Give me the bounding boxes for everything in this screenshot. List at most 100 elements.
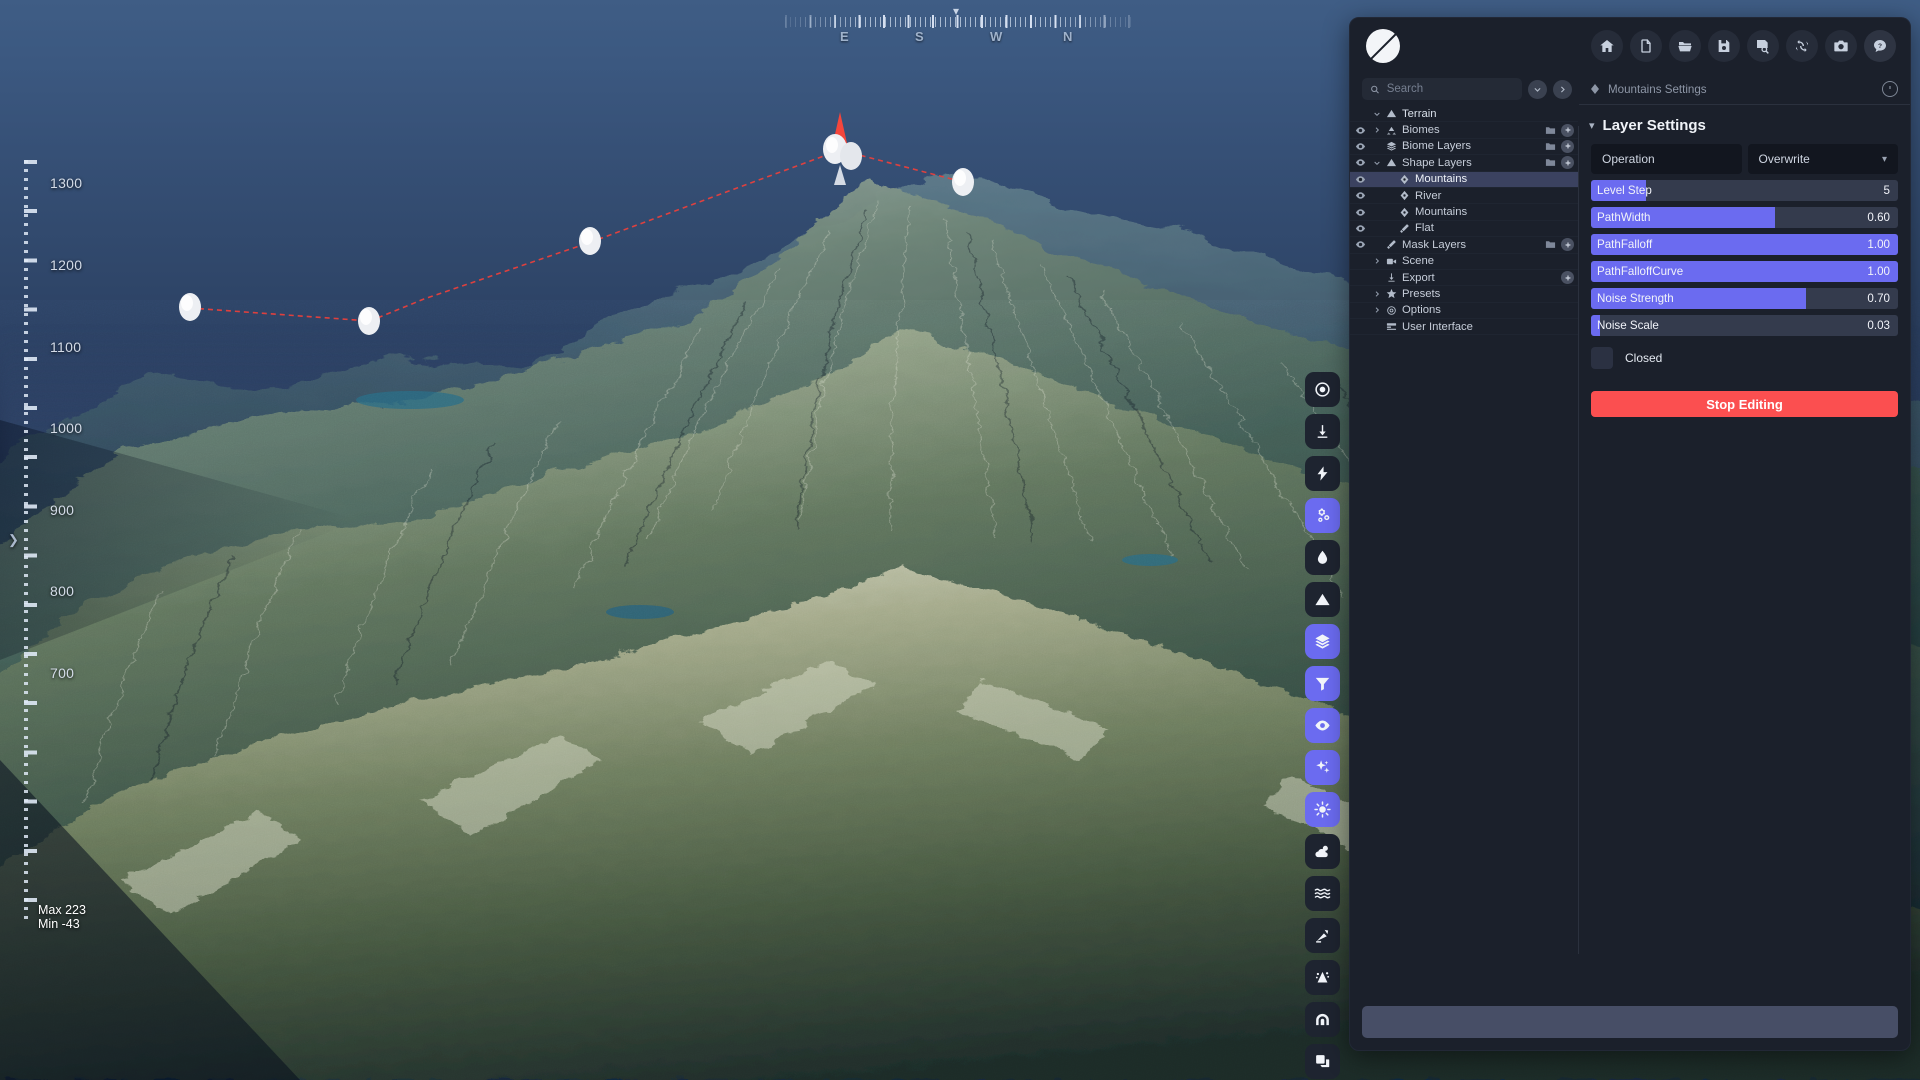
- eye-icon: [1314, 717, 1331, 734]
- slider-pathfalloff[interactable]: PathFalloff 1.00: [1591, 234, 1898, 255]
- vegetation-tool[interactable]: [1305, 918, 1340, 953]
- save-as-button[interactable]: [1747, 30, 1779, 62]
- tree-expand-chevron-down-icon[interactable]: [1370, 110, 1383, 118]
- tree-item-options[interactable]: Options: [1350, 303, 1578, 320]
- visibility-toggle-icon[interactable]: [1350, 125, 1370, 136]
- thermal-tool[interactable]: [1305, 540, 1340, 575]
- shape-tool[interactable]: [1305, 372, 1340, 407]
- weather-tool[interactable]: [1305, 834, 1340, 869]
- compass-direction: E: [840, 29, 849, 44]
- visibility-toggle-icon[interactable]: [1350, 190, 1370, 201]
- tree-row-actions: [1561, 271, 1574, 285]
- compass-ruler[interactable]: ▾ ESWN: [785, 5, 1135, 47]
- tree-item-mountains[interactable]: Mountains: [1350, 171, 1578, 188]
- star-icon: [1383, 288, 1399, 299]
- tree-item-mountains[interactable]: Mountains: [1350, 204, 1578, 221]
- folder-icon[interactable]: [1545, 141, 1556, 152]
- closed-checkbox-row[interactable]: Closed: [1591, 342, 1898, 369]
- visibility-toggle-icon[interactable]: [1350, 239, 1370, 250]
- save-icon: [1716, 38, 1732, 54]
- import-tool[interactable]: [1305, 414, 1340, 449]
- altitude-scale-handle-icon[interactable]: ❯: [8, 532, 19, 548]
- tree-item-mask-layers[interactable]: Mask Layers: [1350, 237, 1578, 254]
- compass-direction: S: [915, 29, 924, 44]
- add-layer-button[interactable]: [1561, 156, 1574, 170]
- app-root: ❯ 1300 1200 1100 1000 900 800 700 Max 223 Min …: [0, 0, 1920, 1080]
- filter-tool[interactable]: [1305, 666, 1340, 701]
- tree-item-shape-layers[interactable]: Shape Layers: [1350, 155, 1578, 172]
- slider-noise-strength[interactable]: Noise Strength 0.70: [1591, 288, 1898, 309]
- slider-pathwidth[interactable]: PathWidth 0.60: [1591, 207, 1898, 228]
- tree-item-terrain[interactable]: Terrain: [1350, 106, 1578, 123]
- terrain-tool[interactable]: [1305, 582, 1340, 617]
- tree-expand-chevron-down-icon[interactable]: [1370, 159, 1383, 167]
- home-button[interactable]: [1591, 30, 1623, 62]
- tree-item-presets[interactable]: Presets: [1350, 286, 1578, 303]
- layer-tree[interactable]: Terrain Biomes Biome Layers Shape Layers Mou…: [1350, 106, 1578, 998]
- tree-item-label: Mountains: [1415, 206, 1468, 219]
- tree-item-user-interface[interactable]: User Interface: [1350, 319, 1578, 336]
- tree-item-label: Biomes: [1402, 124, 1440, 137]
- add-layer-button[interactable]: [1561, 139, 1574, 153]
- new-button[interactable]: [1630, 30, 1662, 62]
- operation-select[interactable]: Overwrite ▾: [1747, 144, 1898, 174]
- save-button[interactable]: [1708, 30, 1740, 62]
- mountain-icon: [1383, 157, 1399, 168]
- lighting-tool[interactable]: [1305, 792, 1340, 827]
- tree-item-export[interactable]: Export: [1350, 270, 1578, 287]
- layers-tool[interactable]: [1305, 624, 1340, 659]
- tree-item-biomes[interactable]: Biomes: [1350, 122, 1578, 139]
- tree-item-biome-layers[interactable]: Biome Layers: [1350, 139, 1578, 156]
- tree-expand-chevron-right-icon[interactable]: [1370, 126, 1383, 134]
- slider-noise-scale[interactable]: Noise Scale 0.03: [1591, 315, 1898, 336]
- add-layer-button[interactable]: [1561, 238, 1574, 252]
- open-button[interactable]: [1669, 30, 1701, 62]
- effects-tool[interactable]: [1305, 750, 1340, 785]
- settings-tool[interactable]: [1305, 498, 1340, 533]
- erosion-tool[interactable]: [1305, 456, 1340, 491]
- home-icon: [1599, 38, 1615, 54]
- status-progress-bar[interactable]: [1362, 1006, 1898, 1038]
- properties-power-button[interactable]: [1882, 81, 1898, 97]
- water-tool[interactable]: [1305, 876, 1340, 911]
- power-icon: [1889, 86, 1891, 89]
- screenshot-button[interactable]: [1825, 30, 1857, 62]
- help-button[interactable]: ?: [1864, 30, 1896, 62]
- search-input[interactable]: [1386, 83, 1514, 95]
- stop-editing-button[interactable]: Stop Editing: [1591, 391, 1898, 417]
- operation-value: Overwrite: [1758, 152, 1810, 166]
- altitude-label: 700: [50, 665, 75, 681]
- add-layer-button[interactable]: [1561, 123, 1574, 137]
- chevron-right-icon: [1560, 85, 1565, 93]
- folder-icon[interactable]: [1545, 239, 1556, 250]
- tree-expand-chevron-right-icon[interactable]: [1370, 306, 1383, 314]
- layer-settings-section-header[interactable]: ▾ Layer Settings: [1579, 105, 1910, 144]
- visibility-toggle-icon[interactable]: [1350, 207, 1370, 218]
- visibility-toggle-icon[interactable]: [1350, 157, 1370, 168]
- tree-item-river[interactable]: River: [1350, 188, 1578, 205]
- altitude-label: 1000: [50, 420, 83, 436]
- closed-checkbox[interactable]: [1591, 347, 1613, 369]
- viewport-vertical-toolbar[interactable]: [1305, 372, 1340, 1080]
- collapse-all-button[interactable]: [1528, 79, 1547, 99]
- duplicate-tool[interactable]: [1305, 1044, 1340, 1079]
- tree-item-label: Shape Layers: [1402, 156, 1472, 169]
- visibility-toggle-icon[interactable]: [1350, 174, 1370, 185]
- tree-expand-chevron-right-icon[interactable]: [1370, 257, 1383, 265]
- visibility-toggle-icon[interactable]: [1350, 223, 1370, 234]
- folder-icon[interactable]: [1545, 125, 1556, 136]
- dome-tool[interactable]: [1305, 1002, 1340, 1037]
- slider-pathfalloffcurve[interactable]: PathFalloffCurve 1.00: [1591, 261, 1898, 282]
- view-tool[interactable]: [1305, 708, 1340, 743]
- tree-item-flat[interactable]: Flat: [1350, 221, 1578, 238]
- tree-item-scene[interactable]: Scene: [1350, 254, 1578, 270]
- search-box[interactable]: [1362, 78, 1522, 100]
- tree-expand-chevron-right-icon[interactable]: [1370, 290, 1383, 298]
- add-layer-button[interactable]: [1561, 271, 1574, 285]
- scatter-tool[interactable]: [1305, 960, 1340, 995]
- sync-button[interactable]: [1786, 30, 1818, 62]
- visibility-toggle-icon[interactable]: [1350, 141, 1370, 152]
- slider-level-step[interactable]: Level Step 5: [1591, 180, 1898, 201]
- folder-icon[interactable]: [1545, 157, 1556, 168]
- expand-all-button[interactable]: [1553, 79, 1572, 99]
